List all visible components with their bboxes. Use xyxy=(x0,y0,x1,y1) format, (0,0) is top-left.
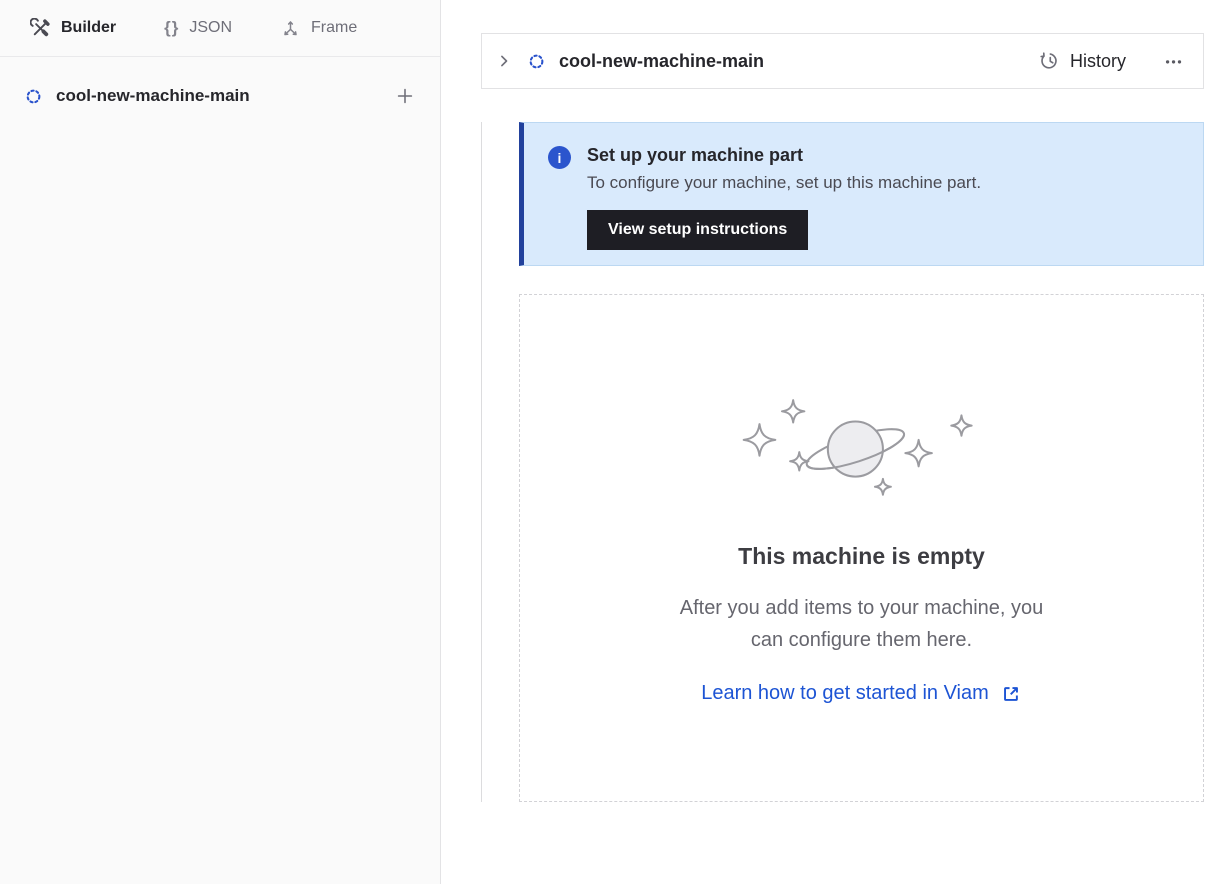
tab-label: Frame xyxy=(311,19,357,37)
learn-link-label: Learn how to get started in Viam xyxy=(701,682,989,705)
planet-sparkles-illustration xyxy=(739,395,984,497)
chevron-right-icon xyxy=(494,51,514,71)
empty-state: This machine is empty After you add item… xyxy=(519,294,1204,802)
history-clock-icon xyxy=(1039,50,1061,72)
part-header-card: cool-new-machine-main History xyxy=(481,33,1204,89)
add-item-button[interactable] xyxy=(394,85,416,107)
tab-builder[interactable]: Builder xyxy=(30,18,116,39)
part-body: i Set up your machine part To configure … xyxy=(481,122,1204,802)
tab-label: JSON xyxy=(189,19,232,37)
banner-content: Set up your machine part To configure yo… xyxy=(587,145,981,250)
empty-state-description: After you add items to your machine, you… xyxy=(664,592,1059,656)
view-tabbar: Builder {} JSON Frame xyxy=(0,0,440,57)
setup-banner: i Set up your machine part To configure … xyxy=(519,122,1204,266)
ellipsis-icon xyxy=(1163,50,1185,72)
info-icon: i xyxy=(548,146,571,169)
view-setup-instructions-button[interactable]: View setup instructions xyxy=(587,210,808,250)
main-content: cool-new-machine-main History i xyxy=(441,0,1232,884)
dashed-circle-icon xyxy=(527,52,546,71)
expand-part-button[interactable] xyxy=(494,51,514,71)
machine-part-name: cool-new-machine-main xyxy=(56,86,381,106)
config-sidebar: Builder {} JSON Frame cool-new-machine-m… xyxy=(0,0,441,884)
banner-title: Set up your machine part xyxy=(587,145,981,166)
empty-state-title: This machine is empty xyxy=(738,543,985,570)
frame-axes-icon xyxy=(280,18,301,39)
dashed-circle-icon xyxy=(24,87,43,106)
learn-link[interactable]: Learn how to get started in Viam xyxy=(701,682,1022,705)
part-title: cool-new-machine-main xyxy=(559,51,1026,72)
tab-json[interactable]: {} JSON xyxy=(164,18,232,38)
history-label: History xyxy=(1070,51,1126,72)
plus-icon xyxy=(394,85,416,107)
banner-description: To configure your machine, set up this m… xyxy=(587,173,981,193)
external-link-icon xyxy=(1000,683,1022,705)
part-menu-button[interactable] xyxy=(1163,50,1185,72)
tab-label: Builder xyxy=(61,19,116,37)
braces-icon: {} xyxy=(164,18,179,38)
machine-part-row[interactable]: cool-new-machine-main xyxy=(0,85,440,107)
history-button[interactable]: History xyxy=(1039,50,1126,72)
tab-frame[interactable]: Frame xyxy=(280,18,357,39)
builder-tools-icon xyxy=(30,18,51,39)
